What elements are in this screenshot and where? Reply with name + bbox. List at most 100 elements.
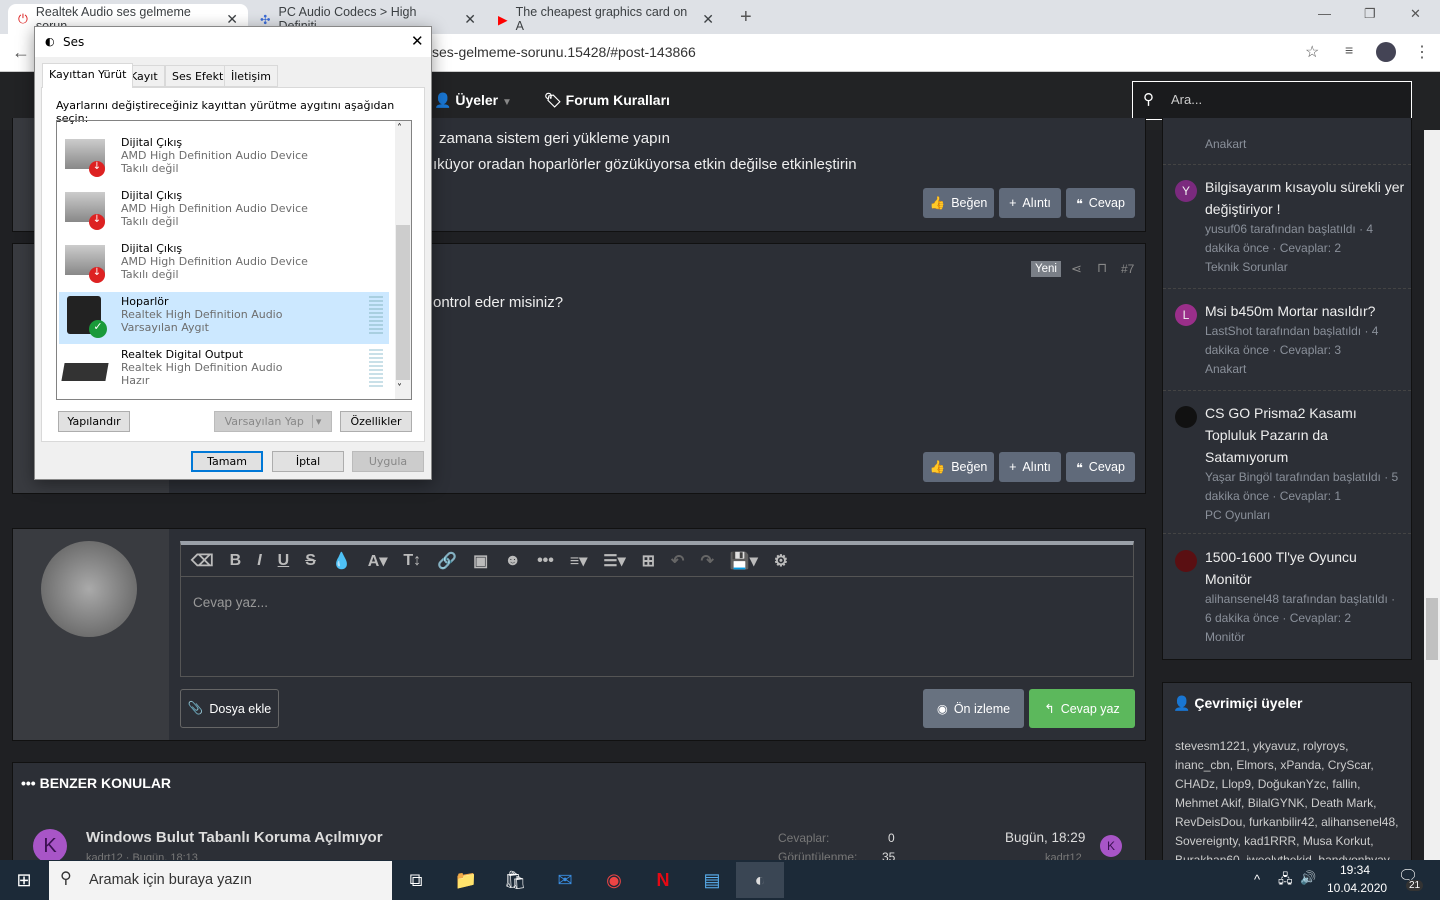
avatar[interactable]: [1175, 550, 1197, 572]
task-view-icon[interactable]: ⧉: [398, 862, 434, 898]
store-icon[interactable]: 🛍: [497, 862, 533, 898]
profile-avatar[interactable]: [1376, 42, 1396, 62]
list-icon[interactable]: ☰▾: [603, 551, 625, 571]
like-button[interactable]: 👍 Beğen: [923, 188, 994, 218]
bookmark-star-icon[interactable]: ☆: [1305, 42, 1319, 62]
control-panel-icon[interactable]: ▤: [694, 862, 730, 898]
italic-icon[interactable]: I: [257, 552, 261, 570]
menu-icon[interactable]: ⋮: [1414, 42, 1430, 62]
tab-playback[interactable]: Kayıttan Yürüt: [42, 63, 134, 88]
reply-button[interactable]: ❝ Cevap: [1066, 452, 1135, 482]
font-size-icon[interactable]: T↕: [403, 552, 421, 570]
scroll-down-icon[interactable]: ˅: [397, 383, 402, 394]
close-tab-icon[interactable]: ✕: [464, 11, 476, 28]
quote-button[interactable]: + Alıntı: [999, 452, 1061, 482]
color-drop-icon[interactable]: 💧: [332, 551, 352, 571]
table-icon[interactable]: ⊞: [642, 551, 655, 571]
align-icon[interactable]: ≡▾: [570, 551, 587, 571]
image-icon[interactable]: ▣: [473, 551, 488, 571]
thread-title-link[interactable]: Msi b450m Mortar nasıldır?: [1205, 300, 1405, 322]
ok-button[interactable]: Tamam: [191, 451, 263, 472]
file-explorer-icon[interactable]: 📁: [448, 862, 484, 898]
nav-members[interactable]: 👤 Üyeler ▼: [434, 92, 512, 109]
search-input[interactable]: Ara...: [1132, 81, 1412, 120]
windows-start-icon[interactable]: ⊞: [6, 862, 42, 898]
close-tab-icon[interactable]: ✕: [226, 11, 238, 28]
new-tab-button[interactable]: +: [740, 6, 752, 29]
page-scrollbar[interactable]: [1424, 130, 1440, 860]
like-button[interactable]: 👍 Beğen: [923, 452, 994, 482]
thread-forum[interactable]: PC Oyunları: [1205, 506, 1405, 525]
strikethrough-icon[interactable]: S: [305, 552, 316, 570]
share-icon[interactable]: ⋖: [1071, 261, 1082, 277]
link-icon[interactable]: 🔗: [437, 551, 457, 571]
device-item[interactable]: ↓ Dijital Çıkış AMD High Definition Audio …: [59, 239, 389, 291]
clock-date[interactable]: 10.04.2020: [1327, 881, 1387, 895]
maximize-button[interactable]: ❐: [1364, 6, 1376, 22]
netflix-icon[interactable]: N: [645, 862, 681, 898]
reply-button[interactable]: ❝ Cevap: [1066, 188, 1135, 218]
close-tab-icon[interactable]: ✕: [702, 11, 714, 28]
bookmark-icon[interactable]: ⊓: [1097, 260, 1107, 276]
thread-forum[interactable]: Anakart: [1205, 137, 1246, 151]
reply-textarea[interactable]: Cevap yaz...: [193, 595, 268, 610]
scroll-up-icon[interactable]: ˄: [397, 123, 402, 134]
thread-title-link[interactable]: Windows Bulut Tabanlı Koruma Açılmıyor: [86, 829, 383, 846]
submit-reply-button[interactable]: ↰ Cevap yaz: [1029, 689, 1135, 728]
avatar[interactable]: K: [1100, 835, 1122, 857]
close-window-button[interactable]: ✕: [1410, 6, 1421, 22]
volume-icon[interactable]: 🔊: [1300, 870, 1316, 886]
attach-file-button[interactable]: 📎 Dosya ekle: [180, 689, 279, 728]
device-item[interactable]: ↓ Dijital Çıkış AMD High Definition Audio …: [59, 186, 389, 238]
thread-title-link[interactable]: Bilgisayarım kısayolu sürekli yer değişt…: [1205, 176, 1405, 220]
font-icon[interactable]: A▾: [368, 551, 388, 571]
cancel-button[interactable]: İptal: [272, 451, 344, 472]
reading-list-icon[interactable]: ≡: [1345, 42, 1353, 58]
taskbar-search-input[interactable]: Aramak için buraya yazın: [49, 861, 392, 900]
save-draft-icon[interactable]: 💾▾: [730, 551, 758, 571]
thread-forum[interactable]: Anakart: [1205, 360, 1405, 379]
chrome-icon[interactable]: ◉: [596, 862, 632, 898]
nav-rules[interactable]: 🏷 Forum Kuralları: [544, 92, 670, 109]
undo-icon[interactable]: ↶: [671, 551, 684, 571]
quote-button[interactable]: + Alıntı: [999, 188, 1061, 218]
thread-title-link[interactable]: 1500-1600 Tl'ye Oyuncu Monitör: [1205, 546, 1405, 590]
close-icon[interactable]: ✕: [411, 32, 424, 50]
post-number[interactable]: #7: [1121, 262, 1134, 276]
properties-button[interactable]: Özellikler: [340, 411, 412, 432]
browser-tab-3[interactable]: ▶ The cheapest graphics card on A ✕: [488, 4, 724, 34]
mail-icon[interactable]: ✉: [547, 862, 583, 898]
thread-forum[interactable]: Monitör: [1205, 628, 1405, 647]
preview-button[interactable]: ◉ Ön izleme: [923, 689, 1024, 728]
url-field[interactable]: ses-gelmeme-sorunu.15428/#post-143866: [432, 44, 696, 60]
more-icon[interactable]: •••: [537, 552, 554, 570]
list-scrollbar[interactable]: ˄ ˅: [395, 121, 411, 399]
device-item[interactable]: Realtek Digital Output Realtek High Defin…: [59, 345, 389, 397]
redo-icon[interactable]: ↷: [700, 551, 713, 571]
sound-app-icon[interactable]: ◐: [736, 862, 784, 898]
show-hidden-icons[interactable]: ^: [1254, 872, 1260, 887]
clock-time[interactable]: 19:34: [1340, 863, 1370, 877]
configure-button[interactable]: Yapılandır: [58, 411, 130, 432]
device-item[interactable]: ↓ Dijital Çıkış AMD High Definition Audio …: [59, 133, 389, 185]
smiley-icon[interactable]: ☻: [504, 552, 521, 570]
avatar[interactable]: [1175, 406, 1197, 428]
scrollbar-thumb[interactable]: [1426, 598, 1438, 660]
back-arrow-icon[interactable]: ←: [12, 42, 30, 63]
avatar[interactable]: K: [33, 829, 67, 863]
tab-communications[interactable]: İletişim: [224, 65, 278, 87]
thread-forum[interactable]: Teknik Sorunlar: [1205, 258, 1405, 277]
network-icon[interactable]: 🖧: [1278, 870, 1293, 892]
thread-title-link[interactable]: CS GO Prisma2 Kasamı Topluluk Pazarın da…: [1205, 402, 1405, 468]
avatar[interactable]: L: [1175, 304, 1197, 326]
avatar[interactable]: Y: [1175, 180, 1197, 202]
device-item-selected[interactable]: ✓ Hoparlör Realtek High Definition Audio Va…: [59, 292, 389, 344]
scrollbar-thumb[interactable]: [396, 225, 410, 380]
minimize-button[interactable]: —: [1318, 6, 1331, 21]
online-members-list[interactable]: stevesm1221, ykyavuz, rolyroys, inanc_cb…: [1175, 737, 1403, 870]
device-list[interactable]: ↓ Dijital Çıkış AMD High Definition Audio …: [56, 120, 412, 400]
gear-icon[interactable]: ⚙: [774, 551, 788, 571]
underline-icon[interactable]: U: [278, 552, 290, 570]
bold-icon[interactable]: B: [230, 552, 242, 570]
eraser-icon[interactable]: ⌫: [191, 551, 214, 571]
